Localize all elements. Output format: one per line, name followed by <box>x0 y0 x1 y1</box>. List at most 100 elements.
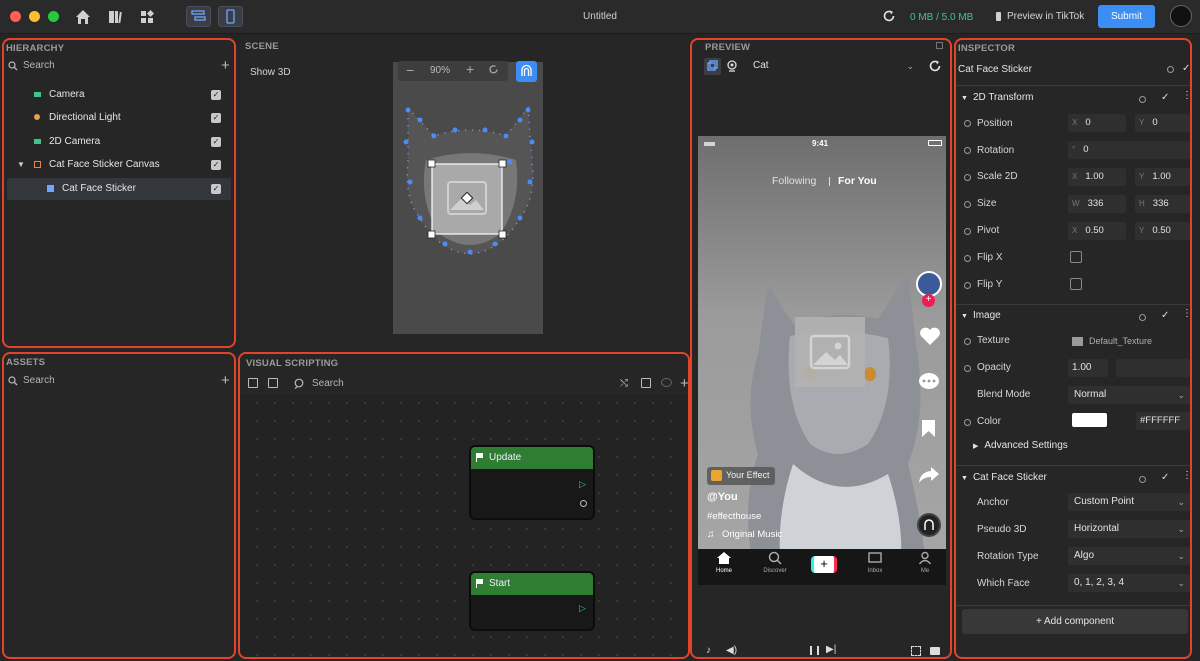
effect-badge[interactable]: Your Effect <box>707 467 775 485</box>
section-menu-icon[interactable]: ⋮ <box>1182 470 1192 481</box>
camera-mode-icon[interactable] <box>704 58 721 75</box>
opacity-slider[interactable] <box>1116 359 1190 377</box>
user-avatar[interactable] <box>1170 5 1192 27</box>
flip-y-checkbox[interactable] <box>1070 278 1082 290</box>
start-node-header[interactable]: Start <box>471 573 593 595</box>
keyframe-icon[interactable] <box>964 147 971 154</box>
export-graph-icon[interactable] <box>268 378 278 388</box>
which-face-select[interactable]: 0, 1, 2, 3, 4 ⌄ <box>1068 574 1190 592</box>
add-component-button[interactable]: + Add component <box>962 609 1188 634</box>
next-frame-icon[interactable]: ▶| <box>826 644 836 655</box>
add-asset-button[interactable]: + <box>221 373 230 388</box>
scale-x-input[interactable]: X 1.00 <box>1068 168 1126 186</box>
assets-search-input[interactable]: Search <box>23 375 55 386</box>
nav-discover[interactable]: Discover <box>760 551 790 574</box>
heart-icon[interactable] <box>919 326 941 346</box>
preview-subject-select[interactable]: Cat ⌄ <box>747 57 919 75</box>
fullscreen-icon[interactable] <box>911 646 921 656</box>
hierarchy-item-2d-camera[interactable]: 2D Camera ✓ <box>4 131 234 153</box>
nav-inbox[interactable]: Inbox <box>863 551 887 574</box>
section-menu-icon[interactable]: ⋮ <box>1182 308 1192 319</box>
enabled-check-icon[interactable]: ✓ <box>1182 63 1190 74</box>
target-icon[interactable] <box>1139 476 1146 483</box>
close-window-button[interactable] <box>10 11 21 22</box>
visibility-checkbox[interactable]: ✓ <box>211 137 221 147</box>
pause-icon[interactable] <box>810 646 819 655</box>
node-search-input[interactable]: Search <box>312 378 344 389</box>
target-icon[interactable] <box>1139 96 1146 103</box>
record-icon[interactable] <box>930 647 940 655</box>
tab-for-you[interactable]: For You <box>838 175 877 187</box>
texture-field[interactable]: Default_Texture <box>1068 332 1190 350</box>
refresh-preview-icon[interactable] <box>928 59 942 73</box>
nav-create-button[interactable]: + <box>811 556 837 573</box>
hashtag[interactable]: #effecthouse <box>707 511 761 522</box>
show-3d-toggle[interactable]: Show 3D <box>250 67 291 78</box>
visibility-checkbox[interactable]: ✓ <box>211 113 221 123</box>
rotation-type-select[interactable]: Algo ⌄ <box>1068 547 1190 565</box>
zoom-out-button[interactable]: − <box>406 62 414 78</box>
transform-section-header[interactable]: ▼ 2D Transform <box>961 92 1034 103</box>
nav-me[interactable]: Me <box>914 551 936 574</box>
flip-x-checkbox[interactable] <box>1070 251 1082 263</box>
section-enabled-check-icon[interactable]: ✓ <box>1161 310 1169 321</box>
keyframe-icon[interactable] <box>964 201 971 208</box>
username[interactable]: @You <box>707 491 738 503</box>
hierarchy-item-canvas[interactable]: ▼ Cat Face Sticker Canvas ✓ <box>4 154 234 176</box>
hierarchy-item-cat-face-sticker[interactable]: Cat Face Sticker ✓ <box>7 178 231 200</box>
exec-out-port[interactable]: ▷ <box>579 479 586 490</box>
webcam-icon[interactable] <box>726 60 738 72</box>
sticker-section-header[interactable]: ▼ Cat Face Sticker <box>961 472 1047 483</box>
update-node[interactable]: Update ▷ <box>469 445 595 520</box>
maximize-window-button[interactable] <box>48 11 59 22</box>
home-icon[interactable] <box>74 8 92 26</box>
keyframe-icon[interactable] <box>964 419 971 426</box>
section-menu-icon[interactable]: ⋮ <box>1182 90 1192 101</box>
comment-icon[interactable] <box>661 378 672 387</box>
exec-out-port[interactable]: ▷ <box>579 603 586 614</box>
layout-toggle-icon[interactable] <box>186 6 211 27</box>
save-graph-icon[interactable] <box>248 378 258 388</box>
keyframe-icon[interactable] <box>964 282 971 289</box>
size-h-input[interactable]: H 336 <box>1135 195 1190 213</box>
target-icon[interactable] <box>1139 314 1146 321</box>
target-icon[interactable] <box>1167 66 1174 73</box>
pivot-x-input[interactable]: X 0.50 <box>1068 222 1126 240</box>
minimize-window-button[interactable] <box>29 11 40 22</box>
advanced-settings-toggle[interactable]: ▶ Advanced Settings <box>973 440 1068 451</box>
keyframe-icon[interactable] <box>964 255 971 262</box>
gizmo-mode-icon[interactable] <box>516 61 537 82</box>
tab-following[interactable]: Following <box>772 175 816 187</box>
rotation-input[interactable]: ° 0 <box>1068 141 1190 159</box>
submit-button[interactable]: Submit <box>1098 5 1155 28</box>
section-enabled-check-icon[interactable]: ✓ <box>1161 92 1169 103</box>
music-disc-icon[interactable] <box>917 513 941 537</box>
update-node-header[interactable]: Update <box>471 447 593 469</box>
comment-bubble-icon[interactable] <box>918 372 940 392</box>
position-x-input[interactable]: X0 <box>1068 114 1126 132</box>
visibility-checkbox[interactable]: ✓ <box>211 184 221 194</box>
visibility-checkbox[interactable]: ✓ <box>211 160 221 170</box>
music-label[interactable]: Original Music <box>722 529 782 540</box>
nav-home[interactable]: Home <box>712 551 736 574</box>
anchor-select[interactable]: Custom Point ⌄ <box>1068 493 1190 511</box>
hierarchy-search-input[interactable]: Search <box>23 60 55 71</box>
keyframe-icon[interactable] <box>964 174 971 181</box>
data-out-port[interactable] <box>580 500 587 507</box>
refresh-icon[interactable] <box>882 9 896 23</box>
keyframe-icon[interactable] <box>964 338 971 345</box>
keyframe-icon[interactable] <box>964 120 971 127</box>
opacity-input[interactable]: 1.00 <box>1068 359 1108 377</box>
color-swatch[interactable] <box>1072 413 1107 427</box>
pseudo-3d-select[interactable]: Horizontal ⌄ <box>1068 520 1190 538</box>
keyframe-icon[interactable] <box>964 228 971 235</box>
follow-plus-button[interactable]: + <box>922 294 935 307</box>
volume-icon[interactable]: ◀) <box>726 645 737 656</box>
add-node-button[interactable]: + <box>680 376 689 391</box>
pivot-y-input[interactable]: Y 0.50 <box>1135 222 1190 240</box>
keyframe-icon[interactable] <box>964 365 971 372</box>
add-object-button[interactable]: + <box>221 58 230 73</box>
image-section-header[interactable]: ▼ Image <box>961 310 1001 321</box>
book-icon[interactable] <box>106 8 124 26</box>
object-name-field[interactable]: Cat Face Sticker <box>958 64 1032 75</box>
